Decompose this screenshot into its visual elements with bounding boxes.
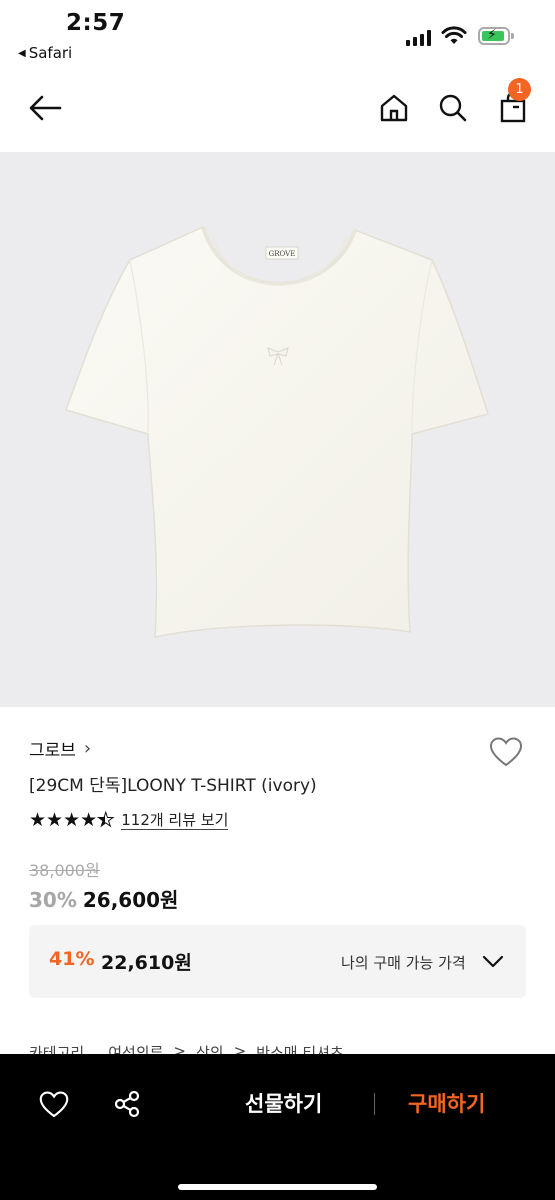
search-icon[interactable]	[433, 88, 473, 128]
back-app-label: Safari	[28, 44, 73, 62]
original-price: 38,000원	[29, 861, 100, 880]
status-time: 2:57	[66, 10, 126, 36]
cart-count-badge: 1	[508, 78, 531, 101]
product-image[interactable]: GROVE	[0, 152, 555, 707]
heart-icon[interactable]	[38, 1088, 70, 1120]
bottom-action-bar: 선물하기 구매하기	[0, 1054, 555, 1200]
star-icon: ★	[29, 809, 46, 831]
benefit-rate: 41%	[49, 948, 95, 970]
price-row: 30% 26,600원	[29, 884, 178, 913]
back-to-safari[interactable]: ◀ Safari	[18, 44, 72, 62]
star-icon: ★	[46, 809, 63, 831]
signal-icon	[406, 30, 431, 46]
heart-icon[interactable]	[489, 737, 523, 767]
status-bar: 2:57 ◀ Safari ⚡	[0, 0, 555, 70]
chevron-down-icon	[482, 955, 504, 968]
brand-link[interactable]: 그로브 ›	[29, 736, 91, 761]
divider	[374, 1093, 375, 1115]
benefit-label: 나의 구매 가능 가격	[341, 954, 466, 972]
app-header	[0, 78, 555, 142]
discount-rate: 30%	[29, 888, 77, 912]
rating-row: ★ ★ ★ ★ ★ ★ 112개 리뷰 보기	[29, 809, 229, 832]
buy-button[interactable]: 구매하기	[408, 1088, 485, 1118]
home-icon[interactable]	[374, 88, 414, 128]
share-icon[interactable]	[111, 1088, 143, 1120]
star-icon: ★	[80, 809, 97, 831]
triangle-left-icon: ◀	[18, 47, 26, 59]
product-title: [29CM 단독]LOONY T-SHIRT (ivory)	[29, 776, 317, 796]
wifi-icon	[441, 26, 467, 44]
home-indicator	[178, 1184, 377, 1190]
battery-icon: ⚡	[478, 27, 514, 45]
benefit-price: 22,610원	[101, 952, 192, 974]
sale-price: 26,600원	[82, 888, 179, 912]
shirt-label: GROVE	[269, 250, 296, 258]
half-star-icon: ★ ★	[97, 809, 115, 832]
gift-button[interactable]: 선물하기	[245, 1088, 322, 1118]
brand-name: 그로브	[29, 741, 76, 761]
chevron-right-icon: ›	[83, 738, 92, 759]
tshirt-image: GROVE	[65, 225, 489, 638]
arrow-left-icon[interactable]	[25, 88, 65, 128]
benefit-price-dropdown[interactable]: 41% 22,610원 나의 구매 가능 가격	[29, 925, 526, 998]
star-icon: ★	[63, 809, 80, 831]
rating-stars: ★ ★ ★ ★ ★ ★	[29, 809, 115, 832]
review-link[interactable]: 112개 리뷰 보기	[121, 811, 229, 830]
